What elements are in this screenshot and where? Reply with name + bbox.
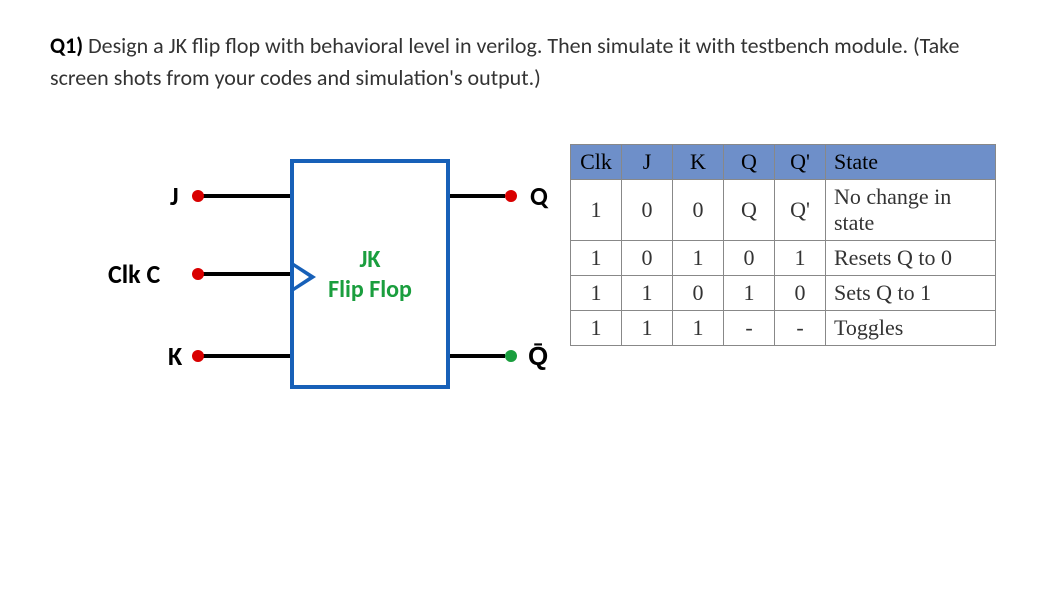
table-row: 1 0 0 Q Q' No change in state <box>571 179 996 240</box>
question-body: Design a JK flip flop with behavioral le… <box>50 32 959 91</box>
question-text: Q1) Design a JK flip flop with behaviora… <box>50 30 996 94</box>
flipflop-label-top: JK <box>294 245 446 274</box>
pin-dot-qbar <box>505 350 517 362</box>
pin-dot-clk <box>192 268 204 280</box>
pin-dot-j <box>192 190 204 202</box>
th-clk: Clk <box>571 144 622 179</box>
pin-label-k: K <box>168 340 182 372</box>
pin-label-qbar: Q̄ <box>528 340 548 372</box>
pin-label-j: J <box>170 180 179 212</box>
table-header-row: Clk J K Q Q' State <box>571 144 996 179</box>
table-row: 1 0 1 0 1 Resets Q to 0 <box>571 240 996 275</box>
question-label: Q1) <box>50 32 83 59</box>
wire-q <box>450 194 505 198</box>
th-q: Q <box>724 144 775 179</box>
pin-dot-q <box>505 190 517 202</box>
th-qprime: Q' <box>775 144 826 179</box>
pin-dot-k <box>192 350 204 362</box>
wire-k <box>200 354 290 358</box>
content-row: JK Flip Flop J Clk C K Q Q̄ Clk J K Q Q' <box>50 144 996 404</box>
th-state: State <box>826 144 996 179</box>
wire-j <box>200 194 290 198</box>
th-k: K <box>673 144 724 179</box>
flipflop-box: JK Flip Flop <box>290 159 450 389</box>
flipflop-label-bottom: Flip Flop <box>294 275 446 304</box>
jk-flipflop-diagram: JK Flip Flop J Clk C K Q Q̄ <box>80 144 510 404</box>
table-row: 1 1 0 1 0 Sets Q to 1 <box>571 275 996 310</box>
wire-clk <box>200 272 290 276</box>
wire-qbar <box>450 354 505 358</box>
th-j: J <box>622 144 673 179</box>
pin-label-q: Q <box>530 180 548 212</box>
truth-table: Clk J K Q Q' State 1 0 0 Q Q' No change … <box>570 144 996 346</box>
pin-label-clk: Clk C <box>108 258 160 290</box>
table-row: 1 1 1 - - Toggles <box>571 310 996 345</box>
